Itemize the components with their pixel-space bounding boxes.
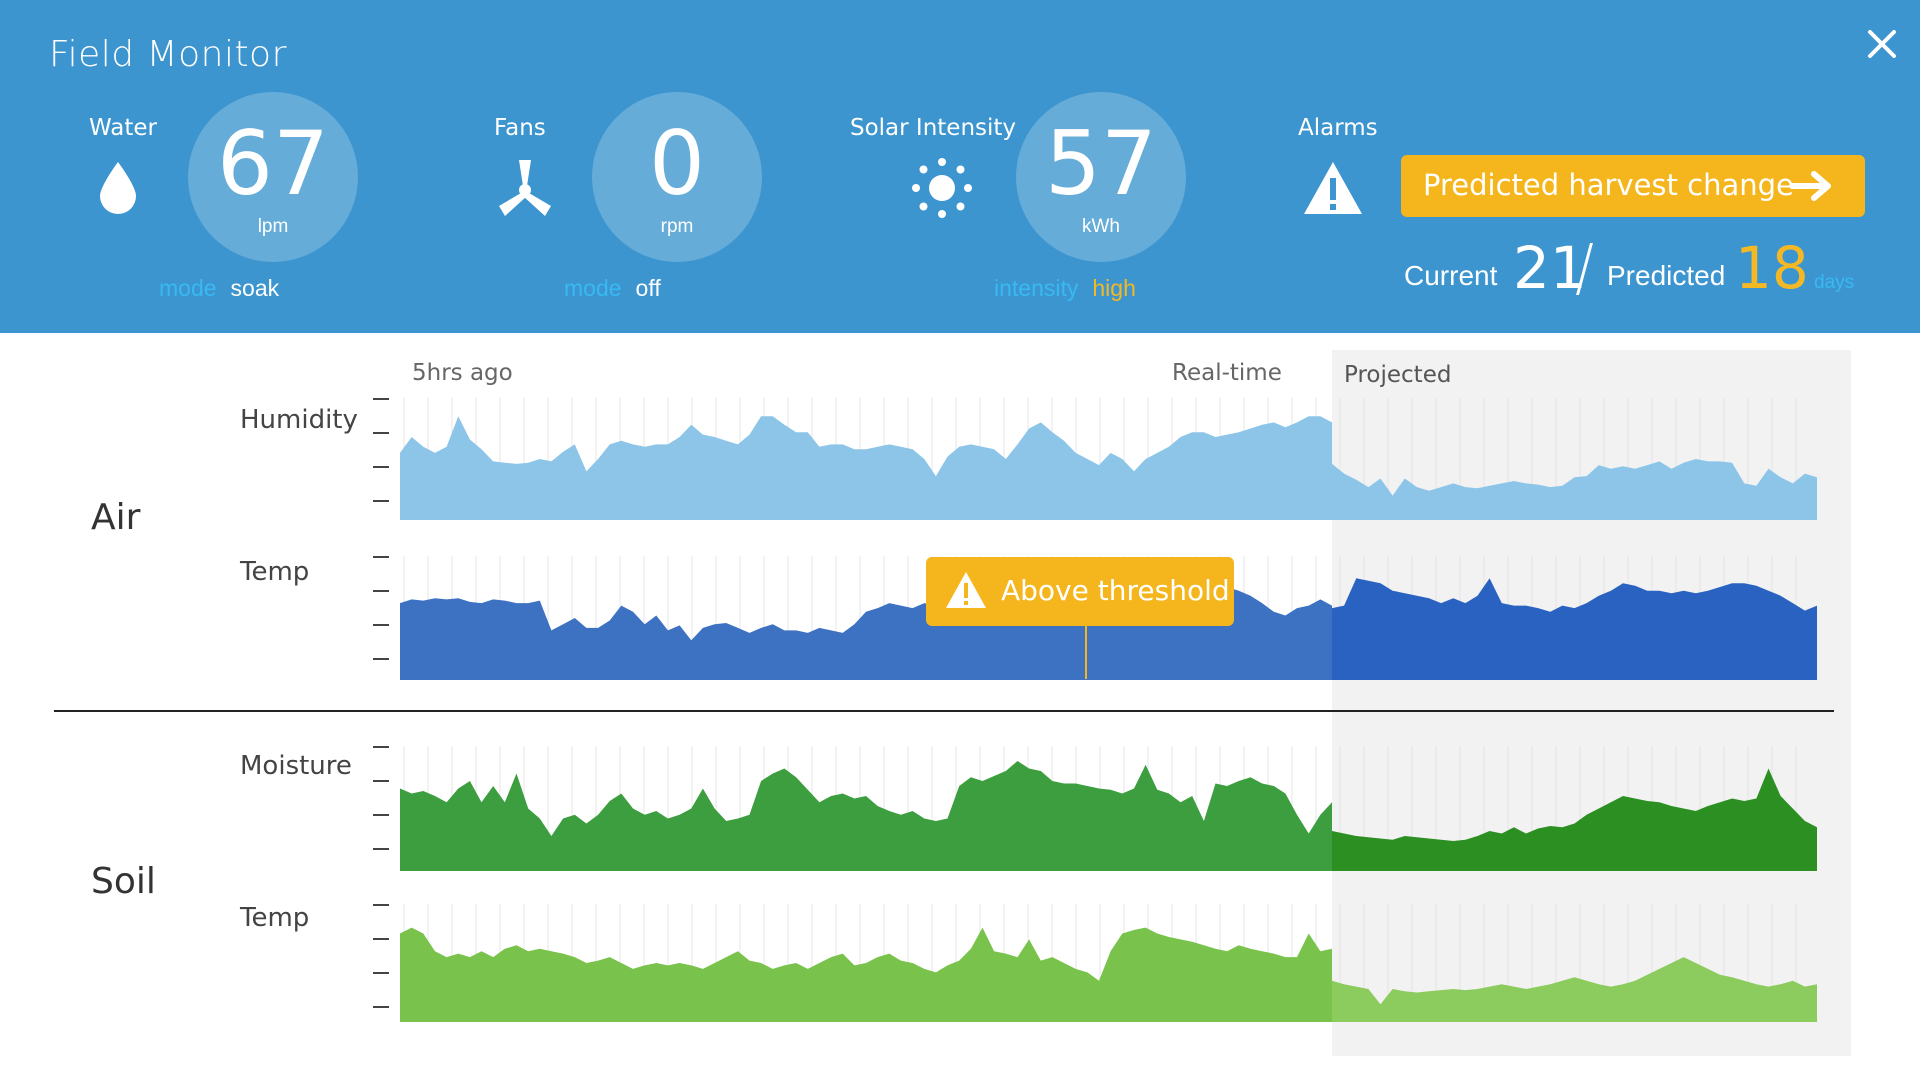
predicted-days-value: 18 (1735, 234, 1809, 302)
water-value: 67 (217, 112, 329, 215)
fans-unit: rpm (660, 216, 694, 237)
fans-label: Fans (494, 115, 546, 141)
predicted-harvest-label: Predicted harvest change (1423, 168, 1794, 202)
solar-gauge: 57 kWh (1016, 92, 1186, 262)
soil-temp-chart (400, 904, 1817, 1022)
series-area-history (400, 416, 1332, 520)
row-soil-temp-label: Temp (240, 903, 310, 933)
timeline-now-label: Real-time (1172, 360, 1282, 386)
page-title: Field Monitor (49, 34, 287, 75)
fans-value: 0 (649, 112, 705, 215)
row-moisture-label: Moisture (240, 751, 352, 781)
close-icon (1868, 30, 1896, 58)
series-area-projected (1332, 768, 1817, 871)
series-area-projected (1332, 578, 1817, 680)
section-divider (54, 710, 1834, 712)
solar-mode: intensity high (994, 275, 1136, 302)
solar-label: Solar Intensity (850, 115, 1017, 141)
timeline-start-label: 5hrs ago (412, 360, 513, 386)
sun-icon (912, 158, 972, 218)
above-threshold-tooltip[interactable]: Above threshold (926, 557, 1234, 626)
water-drop-icon (100, 162, 136, 214)
predicted-label: Predicted (1607, 260, 1726, 291)
threshold-marker-line (1085, 626, 1087, 679)
row-air-temp-label: Temp (240, 557, 310, 587)
warning-icon (946, 572, 986, 608)
current-label: Current (1404, 260, 1498, 291)
solar-mode-key: intensity (994, 275, 1079, 301)
close-button[interactable] (1864, 26, 1900, 62)
fans-mode: mode off (564, 275, 661, 302)
water-label: Water (89, 115, 157, 141)
fan-icon (499, 160, 551, 216)
above-threshold-label: Above threshold (1001, 574, 1230, 607)
water-mode-key: mode (159, 275, 217, 301)
row-humidity-label: Humidity (240, 405, 358, 435)
current-days-value: 21 (1513, 234, 1587, 302)
humidity-chart (400, 398, 1817, 520)
solar-mode-value: high (1092, 275, 1136, 301)
water-mode: mode soak (159, 275, 279, 302)
header-panel: Field Monitor Water 67 lpm mode soak Fans… (0, 0, 1920, 333)
series-area-projected (1332, 957, 1817, 1022)
fans-mode-key: mode (564, 275, 622, 301)
section-soil-label: Soil (91, 861, 156, 902)
fans-mode-value: off (635, 275, 661, 301)
moisture-chart (400, 746, 1817, 871)
fans-gauge: 0 rpm (592, 92, 762, 262)
water-gauge: 67 lpm (188, 92, 358, 262)
series-area-projected (1332, 459, 1817, 520)
series-area-history (400, 927, 1332, 1022)
water-mode-value: soak (230, 275, 280, 301)
water-unit: lpm (257, 216, 289, 237)
warning-icon (1304, 162, 1362, 214)
section-air-label: Air (91, 497, 141, 538)
predicted-days-unit: days (1814, 272, 1855, 293)
series-area-history (400, 761, 1332, 871)
predicted-harvest-button[interactable]: Predicted harvest change (1401, 155, 1865, 217)
timeline-projected-label: Projected (1344, 362, 1452, 388)
arrow-right-icon (1790, 171, 1831, 201)
solar-value: 57 (1045, 112, 1157, 215)
alarms-label: Alarms (1298, 115, 1378, 141)
solar-unit: kWh (1082, 216, 1120, 237)
